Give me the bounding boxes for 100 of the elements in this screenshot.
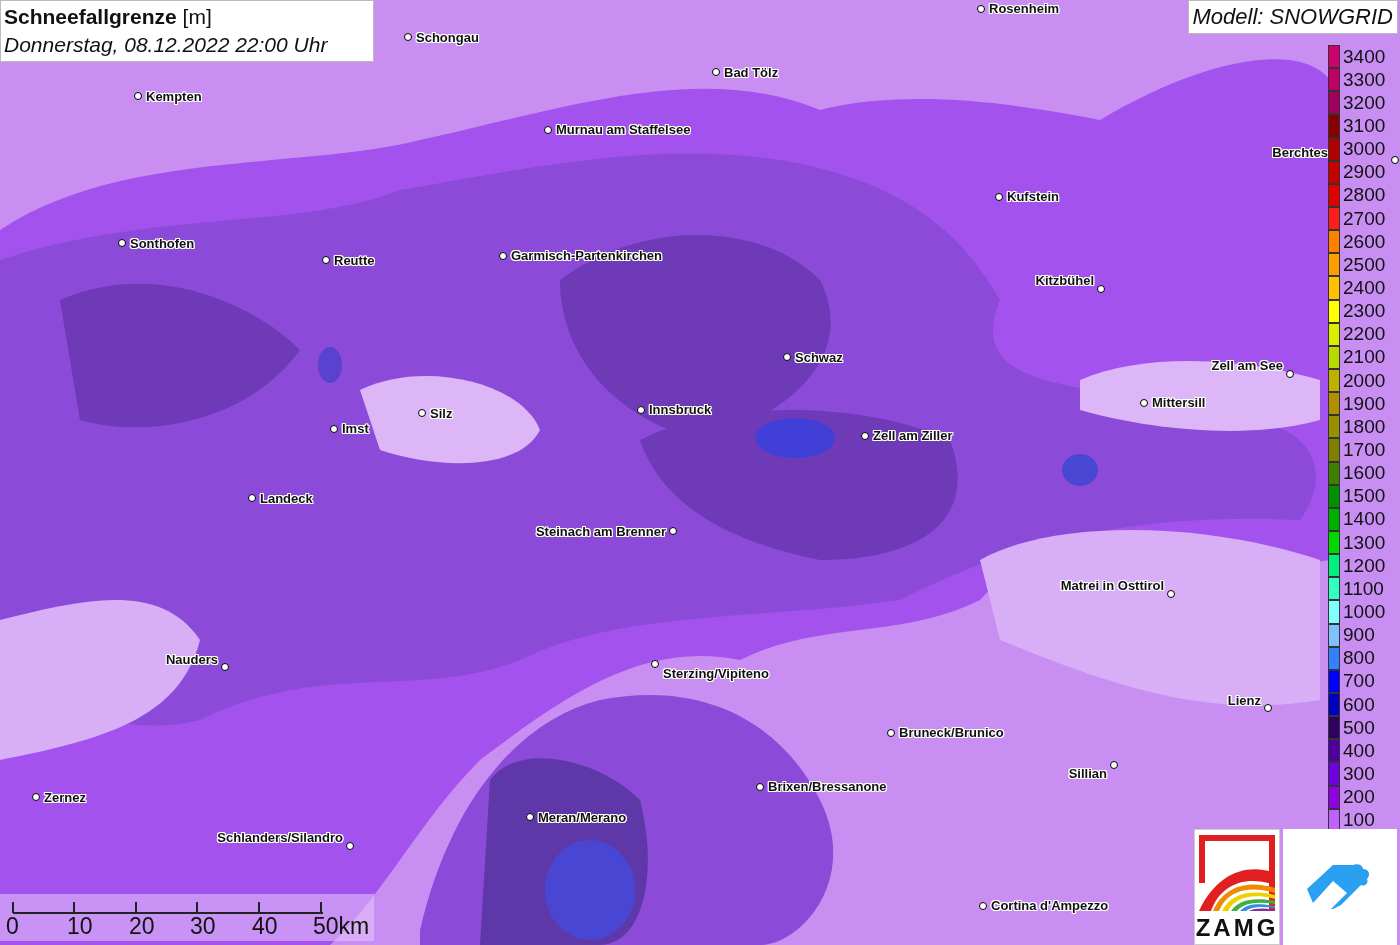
city-label: Schongau [416,30,479,46]
legend-value: 1300 [1343,532,1386,553]
city-dot [1391,156,1399,164]
city-dot [1140,399,1148,407]
legend-value: 1200 [1343,555,1386,576]
city-label: Kempten [146,89,202,105]
city-label: Innsbruck [649,402,712,418]
city-dot [1097,285,1105,293]
city-dot [1264,704,1272,712]
legend-value: 1600 [1343,463,1386,484]
city-dot [1110,761,1118,769]
city-label: Murnau am Staffelsee [556,122,691,138]
city-dot [248,494,256,502]
city-label: Kufstein [1007,189,1059,205]
city-dot [330,425,338,433]
legend-value: 300 [1343,763,1375,784]
legend-value: 600 [1343,694,1375,715]
city-dot [221,663,229,671]
city-label: Mittersill [1152,395,1206,411]
legend-value: 700 [1343,671,1375,692]
legend-value: 2900 [1343,162,1386,183]
city-label: Landeck [260,491,313,507]
city-dot [977,5,985,13]
legend-value: 900 [1343,625,1375,646]
city-dot [322,256,330,264]
legend-value: 1500 [1343,486,1386,507]
city-dot [1167,590,1175,598]
city-label: Zell am See [1211,358,1283,374]
legend-value: 200 [1343,787,1375,808]
city-label: Lienz [1227,693,1261,709]
city-label: Imst [342,421,369,437]
city-dot [418,409,426,417]
scale-tick-label: 50km [313,913,370,939]
legend-value: 2500 [1343,254,1386,275]
legend-value: 2800 [1343,185,1386,206]
city-label: Garmisch-Partenkirchen [511,248,662,264]
city-dot [861,432,869,440]
legend-value: 2300 [1343,301,1386,322]
city-dot [1286,370,1294,378]
legend-value: 1800 [1343,416,1386,437]
legend-value: 2200 [1343,324,1386,345]
scale-tick-label: 0 [6,913,19,939]
city-label: Matrei in Osttirol [1060,578,1164,594]
scale-tick-label: 40 [252,913,278,939]
city-dot [651,660,659,668]
legend-value: 2000 [1343,370,1386,391]
city-dot [979,902,987,910]
city-label: Silz [430,406,453,422]
model-label: Modell: SNOWGRID [1187,0,1398,34]
legend-value: 3300 [1343,69,1386,90]
legend-value: 3100 [1343,116,1386,136]
scale-tick-label: 20 [129,913,155,939]
city-dot [712,68,720,76]
city-label: Bruneck/Brunico [899,725,1004,741]
legend-value: 1900 [1343,393,1386,414]
legend-value: 800 [1343,648,1375,669]
city-label: Cortina d'Ampezzo [991,898,1109,914]
city-dot [637,406,645,414]
city-label: Berchtes [1272,145,1328,161]
city-label: Sillian [1068,766,1107,782]
city-label: Schlanders/Silandro [217,830,343,846]
legend-value: 1400 [1343,509,1386,530]
city-dot [346,842,354,850]
city-dot [32,793,40,801]
city-dot [499,252,507,260]
legend-value: 2700 [1343,208,1386,229]
city-dot [995,193,1003,201]
legend-value: 3400 [1343,46,1386,67]
city-dot [544,126,552,134]
city-label: Zernez [44,790,86,806]
legend-value: 2100 [1343,347,1386,368]
city-label: Kitzbühel [1035,273,1094,289]
city-dot [404,33,412,41]
city-label: Zell am Ziller [873,428,953,444]
legend-value: 3200 [1343,92,1386,113]
city-dot [669,527,677,535]
city-label: Sonthofen [130,236,195,252]
city-label: Sterzing/Vipiteno [663,666,769,682]
city-dot [526,813,534,821]
city-label: Bad Tölz [724,65,779,81]
legend-value: 1700 [1343,439,1386,460]
city-dot [134,92,142,100]
city-label: Steinach am Brenner [535,524,666,540]
city-dot [118,239,126,247]
logo-text: ZAMG [1195,913,1279,943]
city-label: Reutte [334,253,375,269]
city-label: Rosenheim [989,1,1060,17]
city-dot [756,783,764,791]
city-label: Brixen/Bressanone [768,779,887,795]
scale-tick-label: 10 [67,913,93,939]
scale-tick-label: 30 [190,913,216,939]
legend-value: 3000 [1343,139,1386,160]
rainbow-icon [1197,833,1277,911]
city-dot [887,729,895,737]
map-date: Donnerstag, 08.12.2022 22:00 Uhr [4,32,329,58]
legend-value: 100 [1343,810,1375,831]
legend-value: 500 [1343,717,1375,738]
city-label: Meran/Merano [538,810,627,826]
legend-value: 400 [1343,740,1375,761]
city-label: Schwaz [795,350,843,366]
